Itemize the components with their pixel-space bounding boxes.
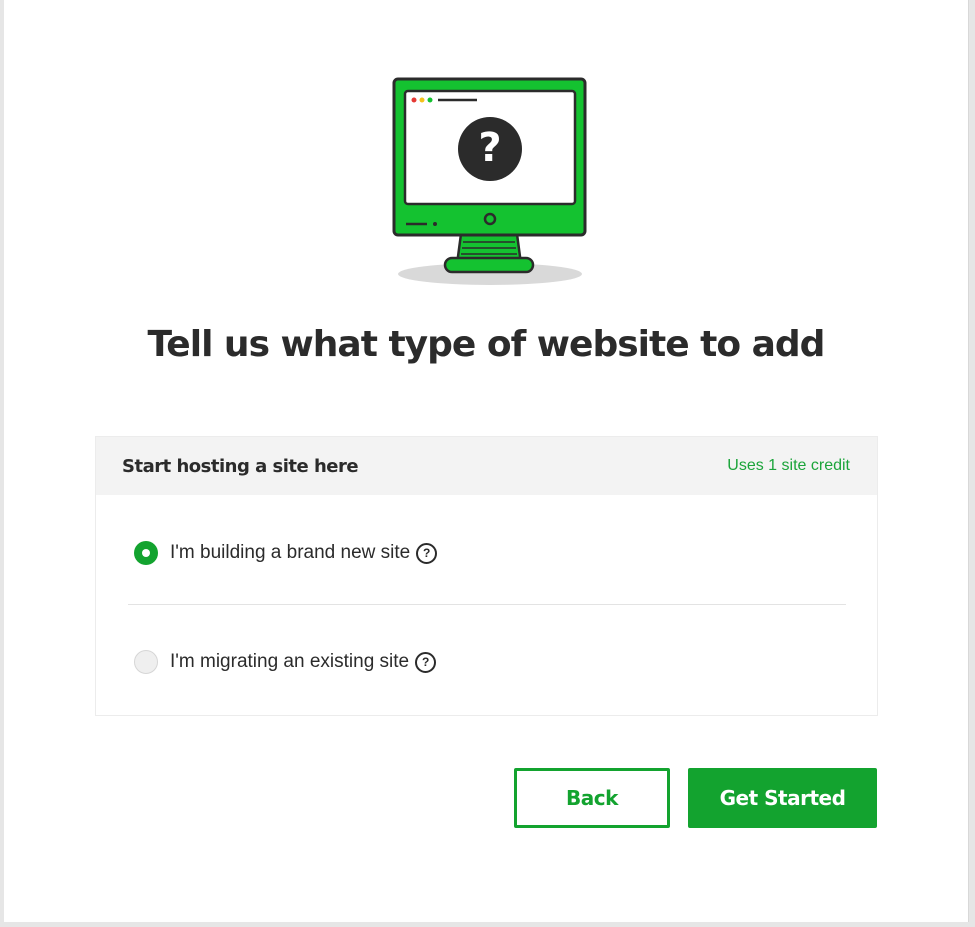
site-type-panel: Start hosting a site here Uses 1 site cr… [95,436,878,716]
option-migrate-site[interactable]: I'm migrating an existing site ? [134,650,437,674]
wizard-card: ? Tell us what type of website to add St… [4,0,969,922]
question-glyph: ? [478,125,502,171]
radio-new-site[interactable] [134,541,158,565]
monitor-question-icon [392,77,587,285]
get-started-button[interactable]: Get Started [688,768,877,828]
radio-migrate-site[interactable] [134,650,158,674]
help-icon[interactable]: ? [415,651,437,673]
panel-header-title: Start hosting a site here [122,455,359,477]
option-new-site-label: I'm building a brand new site [170,542,411,563]
option-new-site[interactable]: I'm building a brand new site ? [134,541,438,565]
option-migrate-site-label: I'm migrating an existing site [170,651,410,672]
back-button[interactable]: Back [514,768,670,828]
divider [128,604,846,605]
site-credit-label: Uses 1 site credit [727,457,850,474]
page-title: Tell us what type of website to add [147,324,826,365]
help-icon[interactable]: ? [416,542,438,564]
panel-header: Start hosting a site here Uses 1 site cr… [96,437,877,495]
